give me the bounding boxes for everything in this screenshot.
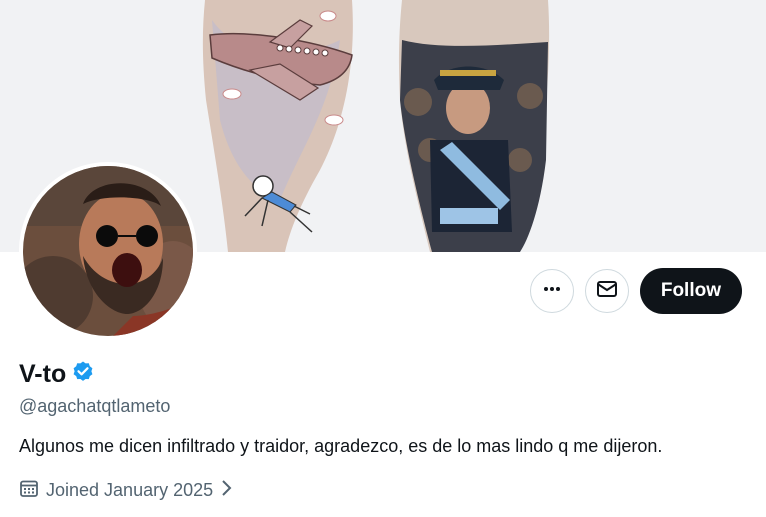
profile-handle: @agachatqtlameto [19, 396, 171, 416]
verified-badge-icon[interactable] [71, 360, 95, 389]
display-name: V-to [19, 360, 67, 388]
envelope-icon [596, 278, 618, 305]
message-button[interactable] [584, 269, 629, 313]
name-row: V-to [19, 360, 95, 389]
profile-actions: Follow [529, 268, 742, 314]
joined-label: Joined January 2025 [46, 480, 214, 500]
calendar-icon [19, 478, 39, 503]
chevron-right-icon [220, 479, 232, 502]
joined-date[interactable]: Joined January 2025 [19, 478, 232, 503]
follow-button[interactable]: Follow [639, 268, 742, 314]
profile-avatar[interactable] [19, 162, 197, 340]
more-button[interactable] [529, 269, 574, 313]
profile-bio: Algunos me dicen infiltrado y traidor, a… [19, 436, 663, 456]
more-horizontal-icon [542, 279, 562, 304]
